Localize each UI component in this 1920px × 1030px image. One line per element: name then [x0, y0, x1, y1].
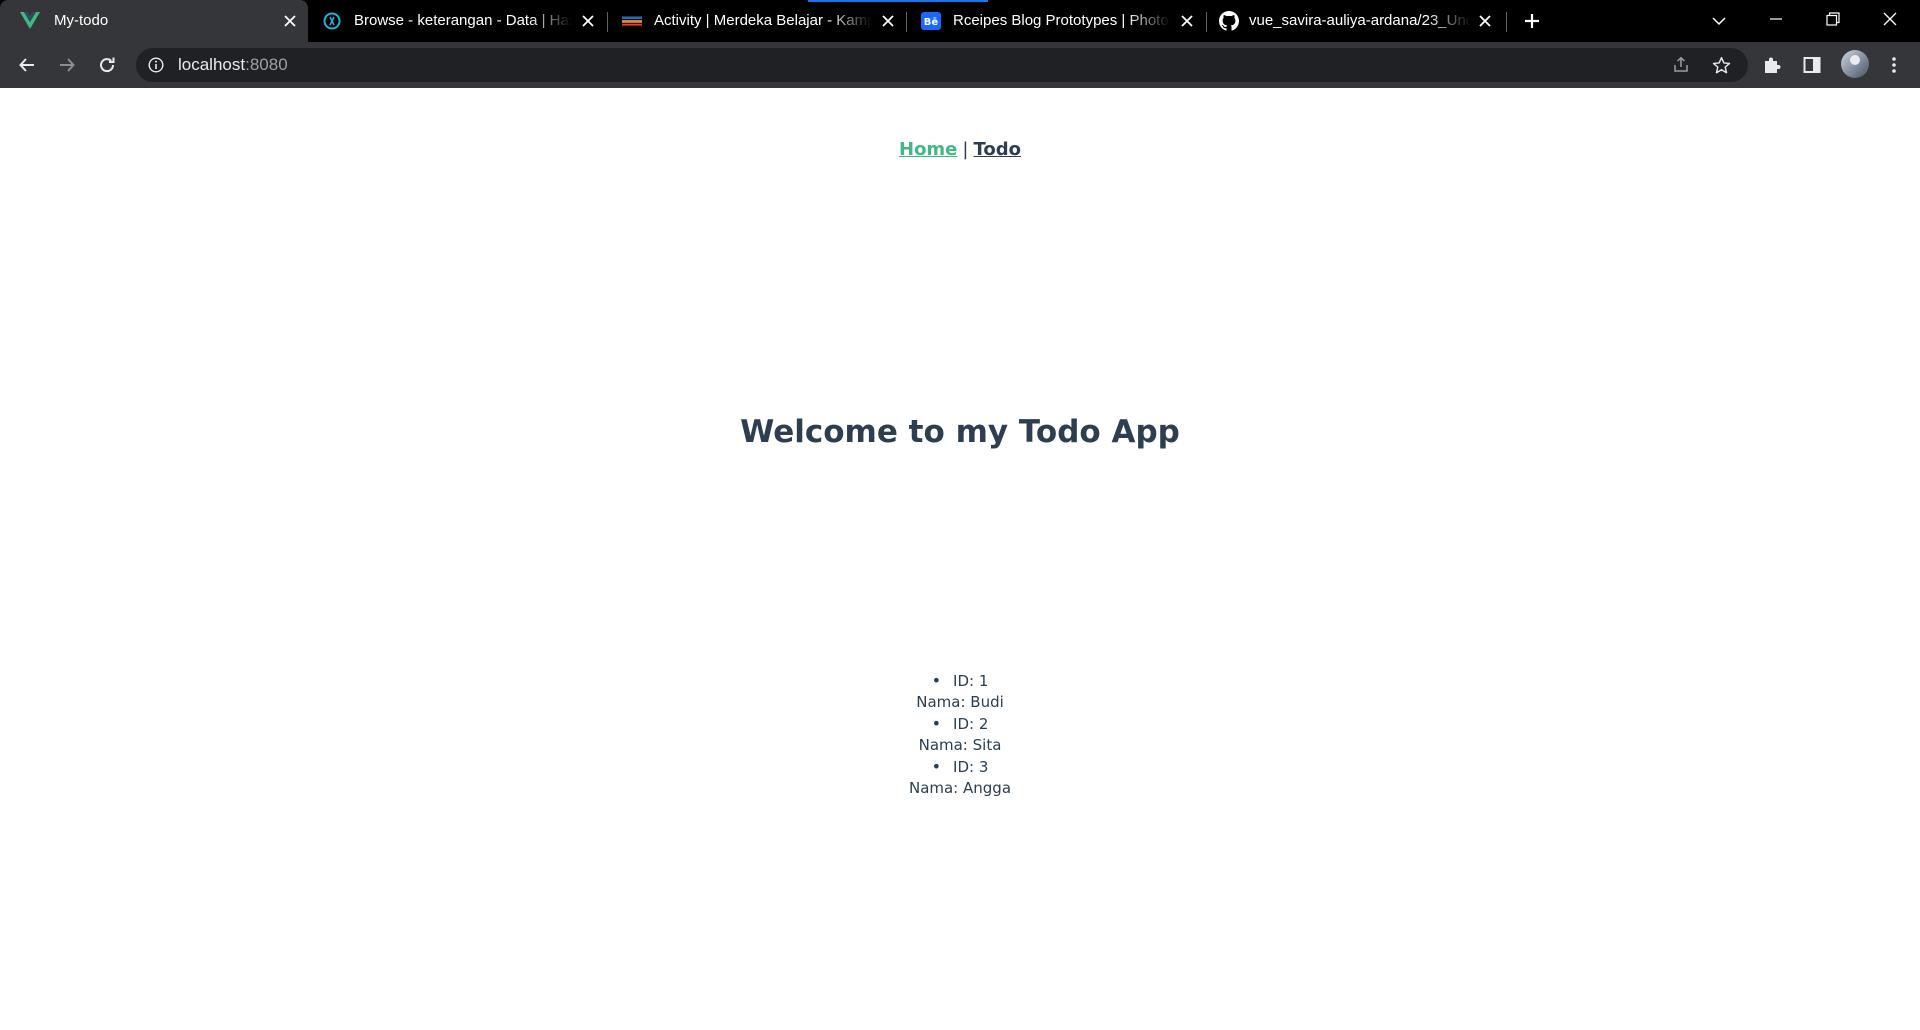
- close-icon[interactable]: [282, 13, 298, 29]
- nav-separator: |: [962, 139, 969, 160]
- puzzle-icon: [1765, 57, 1781, 73]
- chevron-down-icon: [1712, 17, 1726, 26]
- arrow-right-icon: [60, 58, 75, 72]
- behance-icon: Bē: [921, 11, 941, 31]
- restore-icon: [1826, 12, 1840, 26]
- address-bar[interactable]: localhost:8080: [136, 48, 1748, 82]
- tab-title: Activity | Merdeka Belajar - Kamp: [654, 12, 872, 29]
- page-content: Home|Todo Welcome to my Todo App ID: 1 N…: [0, 88, 1920, 1030]
- app-nav: Home | Todo: [0, 139, 1920, 160]
- todo-list: ID: 1 Nama: Budi ID: 2 Nama: Sita ID: 3 …: [0, 670, 1920, 799]
- close-icon[interactable]: [1477, 13, 1493, 29]
- kampus-merdeka-icon: [622, 11, 642, 31]
- tab-activity-merdeka[interactable]: Activity | Merdeka Belajar - Kamp: [608, 0, 906, 42]
- reload-button[interactable]: [93, 51, 121, 79]
- github-icon: [1219, 11, 1239, 31]
- tab-recipes-blog[interactable]: Bē Rceipes Blog Prototypes | Photos: [907, 0, 1205, 42]
- extensions-button[interactable]: [1758, 51, 1786, 79]
- url-port: :8080: [245, 55, 288, 74]
- info-icon[interactable]: [148, 57, 164, 73]
- nav-link-todo[interactable]: Todo: [973, 139, 1021, 160]
- bookmark-star-icon[interactable]: [1710, 54, 1732, 76]
- item-id: ID: 1: [0, 670, 1920, 692]
- item-name: Nama: Budi: [916, 693, 1004, 711]
- item-id: ID: 3: [0, 756, 1920, 778]
- browser-toolbar: localhost:8080: [0, 42, 1920, 88]
- hasura-icon: [322, 11, 342, 31]
- plus-icon: [1525, 14, 1539, 28]
- tab-my-todo[interactable]: My-todo: [0, 0, 308, 42]
- url-host: localhost: [178, 55, 246, 74]
- close-icon: [1883, 12, 1897, 26]
- arrow-left-icon: [19, 58, 34, 72]
- forward-button[interactable]: [53, 51, 81, 79]
- tab-title: My-todo: [54, 12, 109, 29]
- list-item: ID: 1 Nama: Budi: [0, 670, 1920, 713]
- tab-title: vue_savira-auliya-ardana/23_Und: [1249, 12, 1471, 29]
- url-text[interactable]: localhost:8080: [178, 56, 288, 74]
- close-icon[interactable]: [880, 13, 896, 29]
- tab-title: Rceipes Blog Prototypes | Photos: [953, 12, 1171, 29]
- list-item: ID: 2 Nama: Sita: [0, 713, 1920, 756]
- new-tab-button[interactable]: [1520, 9, 1544, 33]
- avatar[interactable]: [1841, 50, 1869, 78]
- item-name: Nama: Angga: [908, 779, 1012, 797]
- more-vert-icon: [1892, 57, 1896, 73]
- tab-browse-keterangan[interactable]: Browse - keterangan - Data | Has: [308, 0, 606, 42]
- tab-search-button[interactable]: [1707, 9, 1731, 33]
- list-item: ID: 3 Nama: Angga: [0, 756, 1920, 799]
- tab-title: Browse - keterangan - Data | Has: [354, 12, 572, 29]
- side-panel-button[interactable]: [1798, 51, 1826, 79]
- minimize-icon: [1770, 18, 1782, 20]
- close-window-button[interactable]: [1862, 0, 1918, 38]
- vue-logo-icon: [20, 11, 40, 31]
- item-id: ID: 2: [0, 713, 1920, 735]
- reload-icon: [100, 57, 115, 73]
- tab-separator: [1506, 12, 1507, 32]
- page-title: Welcome to my Todo App: [740, 414, 1180, 450]
- tab-strip: My-todo Browse - keterangan - Data | Has…: [0, 0, 1920, 42]
- restore-button[interactable]: [1805, 0, 1861, 38]
- item-name: Nama: Sita: [918, 736, 1002, 754]
- back-button[interactable]: [13, 51, 41, 79]
- nav-link-home[interactable]: Home: [899, 139, 957, 160]
- minimize-button[interactable]: [1748, 0, 1804, 38]
- menu-button[interactable]: [1880, 51, 1908, 79]
- side-panel-icon: [1803, 57, 1821, 73]
- share-icon[interactable]: [1670, 54, 1692, 76]
- close-icon[interactable]: [580, 13, 596, 29]
- close-icon[interactable]: [1179, 13, 1195, 29]
- tab-github-repo[interactable]: vue_savira-auliya-ardana/23_Und: [1207, 0, 1505, 42]
- svg-text:Bē: Bē: [924, 17, 939, 28]
